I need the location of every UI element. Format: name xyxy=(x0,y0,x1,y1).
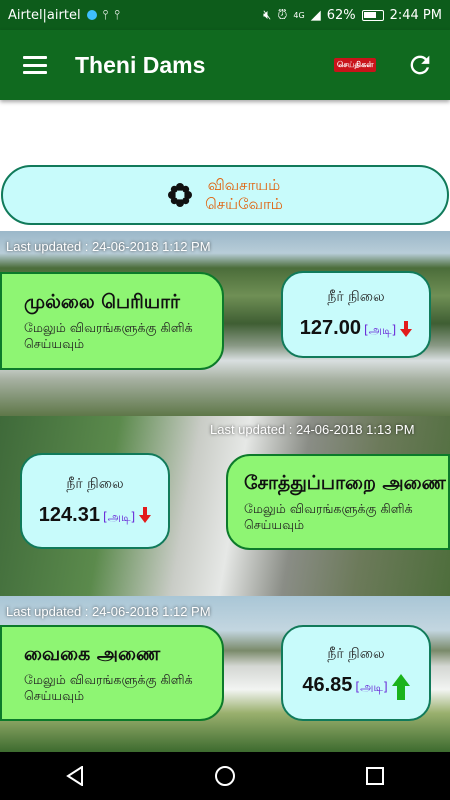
mute-icon: 🔇︎ xyxy=(263,7,272,23)
alarm-icon: ⏰︎ xyxy=(277,7,288,23)
app-title: Theni Dams xyxy=(75,51,206,78)
recents-square-icon[interactable] xyxy=(355,756,395,796)
dam-panel-mullai-periyar[interactable]: Last updated : 24-06-2018 1:12 PM முல்லை… xyxy=(0,231,450,416)
flower-icon xyxy=(168,183,193,207)
water-level-value: 127.00 xyxy=(299,317,361,339)
network-label: 4G xyxy=(293,10,305,20)
last-updated: Last updated : 24-06-2018 1:13 PM xyxy=(210,422,415,437)
more-details-line2: செய்யவும் xyxy=(244,516,305,532)
more-details-line1: மேலும் விவரங்களுக்கு கிளிக் xyxy=(244,500,413,516)
battery-percent: 62% xyxy=(326,7,356,23)
app-bar: Theni Dams செய்திகள் xyxy=(0,30,450,100)
home-circle-icon[interactable] xyxy=(205,756,245,796)
refresh-icon[interactable] xyxy=(406,51,434,79)
usb-icon: ⫯ xyxy=(102,7,109,23)
back-triangle-icon[interactable] xyxy=(55,756,95,796)
water-level-value: 124.31 xyxy=(38,503,100,526)
water-level-card[interactable]: நீர் நிலை 127.00 [அடி] xyxy=(281,271,431,358)
more-details-link: மேலும் விவரங்களுக்கு கிளிக் செய்யவும் xyxy=(244,501,448,533)
farming-label: விவசாயம் செய்வோம் xyxy=(205,176,283,214)
more-details-line2: செய்யவும் xyxy=(24,687,85,703)
unit-label: [அடி] xyxy=(355,680,388,694)
carrier-label: Airtel|airtel xyxy=(8,7,81,23)
hamburger-menu-icon[interactable] xyxy=(23,56,47,74)
farming-label-line2: செய்வோம் xyxy=(205,195,283,213)
signal-icon: ◢ xyxy=(310,7,321,23)
battery-icon xyxy=(361,9,384,21)
more-details-line2: செய்யவும் xyxy=(24,335,85,351)
water-level-label: நீர் நிலை xyxy=(327,646,385,662)
unit-label: [அடி] xyxy=(363,323,397,337)
water-level-card[interactable]: நீர் நிலை 124.31 [அடி] xyxy=(20,453,170,549)
water-level-label: நீர் நிலை xyxy=(327,289,385,305)
water-level-card[interactable]: நீர் நிலை 46.85 [அடி] xyxy=(281,625,431,721)
usb-icon-2: ⫯ xyxy=(114,7,120,23)
more-details-link: மேலும் விவரங்களுக்கு கிளிக் செய்யவும் xyxy=(24,320,222,352)
system-nav-bar xyxy=(0,752,450,800)
farming-label-line1: விவசாயம் xyxy=(207,176,281,194)
more-details-link: மேலும் விவரங்களுக்கு கிளிக் செய்யவும் xyxy=(24,672,222,704)
trend-down-icon xyxy=(139,507,152,523)
news-badge-button[interactable]: செய்திகள் xyxy=(334,58,377,72)
vpn-icon xyxy=(86,10,97,20)
dam-panel-vaigai[interactable]: Last updated : 24-06-2018 1:12 PM வைகை அ… xyxy=(0,596,450,752)
last-updated: Last updated : 24-06-2018 1:12 PM xyxy=(6,604,211,619)
unit-label: [அடி] xyxy=(102,509,136,524)
clock: 2:44 PM xyxy=(389,7,442,23)
status-bar: Airtel|airtel ⫯ ⫯ 🔇︎ ⏰︎ 4G ◢ 62% 2:44 PM xyxy=(0,0,450,30)
dam-name: சோத்துப்பாறை அணை xyxy=(244,471,446,494)
trend-down-icon xyxy=(400,320,413,337)
last-updated: Last updated : 24-06-2018 1:12 PM xyxy=(6,239,211,254)
farming-button[interactable]: விவசாயம் செய்வோம் xyxy=(1,165,449,225)
dam-name-card[interactable]: முல்லை பெரியார் மேலும் விவரங்களுக்கு கிள… xyxy=(0,272,224,370)
more-details-line1: மேலும் விவரங்களுக்கு கிளிக் xyxy=(24,319,193,335)
more-details-line1: மேலும் விவரங்களுக்கு கிளிக் xyxy=(24,671,193,687)
dam-panel-sothuparai[interactable]: Last updated : 24-06-2018 1:13 PM நீர் ந… xyxy=(0,416,450,596)
trend-up-icon xyxy=(391,674,410,700)
dam-name-card[interactable]: சோத்துப்பாறை அணை மேலும் விவரங்களுக்கு கி… xyxy=(226,454,450,550)
dam-name: முல்லை பெரியார் xyxy=(24,290,180,313)
water-level-label: நீர் நிலை xyxy=(66,475,124,492)
dam-name: வைகை அணை xyxy=(24,642,161,665)
water-level-value: 46.85 xyxy=(302,674,353,696)
dam-name-card[interactable]: வைகை அணை மேலும் விவரங்களுக்கு கிளிக் செய… xyxy=(0,625,224,721)
